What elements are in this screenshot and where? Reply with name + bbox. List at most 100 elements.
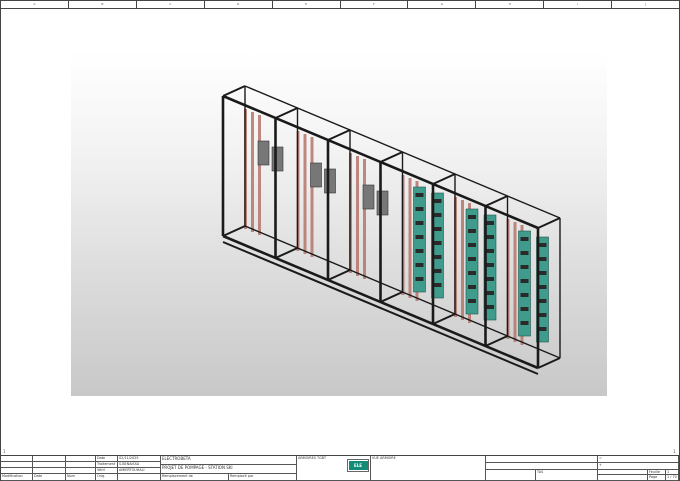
module-slot-4-0-5	[468, 285, 476, 289]
busbar-2-1	[356, 156, 359, 276]
company-logo: ELE	[347, 459, 369, 472]
tb-project: PROJET DE POMPAGE - STATION SKI	[161, 465, 297, 474]
module-slot-4-0-2	[468, 243, 476, 247]
ruler-column-j: J	[645, 2, 647, 6]
left-row-mark: 1	[3, 449, 6, 454]
breaker-2-1	[376, 190, 389, 216]
module-slot-5-1-0	[538, 243, 547, 247]
busbar-2-2	[363, 159, 366, 279]
module-slot-5-1-1	[538, 257, 547, 261]
ruler-column-a: A	[1, 1, 69, 8]
module-slot-5-0-1	[520, 251, 529, 255]
column-ruler: ABCDEFGHI J	[1, 1, 679, 9]
module-3-0	[413, 186, 426, 293]
frame-depth-top-0	[222, 85, 246, 97]
frame-depth-bottom-6	[537, 357, 561, 369]
module-slot-5-1-2	[538, 271, 547, 275]
tb-date2: Date	[33, 474, 66, 481]
frame-depth-bottom-4	[432, 313, 456, 325]
frame-depth-bottom-3	[380, 291, 403, 303]
module-slot-4-0-0	[468, 215, 476, 219]
switchboard-3d-model[interactable]	[71, 51, 607, 396]
module-slot-5-0-3	[520, 279, 529, 283]
tb-client: ELECTROBETA	[161, 456, 297, 465]
breaker-0-0	[257, 140, 270, 166]
module-slot-3-0-2	[415, 221, 424, 225]
module-slot-3-1-2	[433, 227, 442, 231]
breaker-1-0	[310, 162, 322, 188]
tb-eq: =	[598, 456, 679, 463]
busbar-5-1	[513, 222, 517, 342]
module-slot-4-1-5	[486, 291, 494, 295]
tb-replaced-by: Remplacé par	[229, 474, 297, 481]
ruler-column-d: D	[205, 1, 273, 8]
busbar-1-1	[303, 134, 307, 254]
busbar-1-2	[310, 137, 314, 257]
drawing-sheet: ABCDEFGHI J 1 1 Modification Date Nom Dat…	[0, 0, 680, 481]
busbar-0-2	[258, 115, 261, 235]
tb-empty-12	[486, 470, 536, 481]
frame-depth-top-6	[537, 217, 561, 229]
module-slot-3-1-4	[433, 255, 442, 259]
module-slot-3-0-6	[415, 277, 424, 281]
module-slot-4-0-6	[468, 299, 476, 303]
frame-depth-bottom-2	[327, 269, 351, 281]
busbar-3-1	[408, 178, 412, 298]
tb-page-label: Page	[648, 475, 666, 481]
ruler-column-e: E	[273, 1, 341, 8]
frame-depth-top-3	[380, 151, 403, 163]
busbar-4-1	[461, 200, 464, 320]
module-slot-4-0-4	[468, 271, 476, 275]
module-slot-4-1-4	[486, 277, 494, 281]
module-slot-5-0-5	[520, 307, 529, 311]
module-slot-4-0-1	[468, 229, 476, 233]
ruler-column-i: I	[544, 1, 613, 8]
module-slot-5-1-4	[538, 299, 547, 303]
module-slot-3-0-0	[415, 193, 424, 197]
breaker-0-1	[271, 146, 284, 172]
module-slot-5-0-4	[520, 293, 529, 297]
ruler-column-b: B	[69, 1, 137, 8]
tb-name: Nom	[66, 474, 96, 481]
tb-empty-14	[598, 475, 648, 481]
tb-tab: TAS	[536, 470, 598, 481]
module-slot-3-1-1	[433, 213, 442, 217]
module-4-0	[465, 208, 479, 315]
module-slot-5-1-6	[538, 327, 547, 331]
3d-viewport[interactable]	[71, 51, 607, 396]
tb-page-value: 1 / 70	[666, 475, 679, 481]
breaker-1-1	[324, 168, 336, 194]
module-slot-5-0-0	[520, 237, 529, 241]
frame-depth-top-1	[275, 107, 298, 119]
frame-depth-top-4	[432, 173, 456, 185]
busbar-0-1	[251, 112, 254, 232]
frame-depth-bottom-5	[485, 335, 508, 347]
tb-view-label: VUE ARMOIRE	[371, 456, 486, 481]
module-slot-3-0-5	[415, 263, 424, 267]
ruler-column-c: C	[137, 1, 205, 8]
frame-depth-bottom-0	[222, 225, 246, 237]
module-slot-3-1-5	[433, 269, 442, 273]
module-slot-5-1-5	[538, 313, 547, 317]
module-slot-3-1-0	[433, 199, 442, 203]
company-logo-text: ELE	[348, 461, 368, 470]
module-slot-4-1-0	[486, 221, 494, 225]
tb-replacement: Remplacement de	[161, 474, 229, 481]
module-slot-4-0-3	[468, 257, 476, 261]
module-slot-3-0-4	[415, 249, 424, 253]
module-slot-4-1-1	[486, 235, 494, 239]
module-slot-3-1-3	[433, 241, 442, 245]
module-slot-4-1-3	[486, 263, 494, 267]
module-slot-5-0-6	[520, 321, 529, 325]
ruler-column-f: F	[341, 1, 409, 8]
tb-modification: Modification	[1, 474, 33, 481]
ruler-column-g: G	[408, 1, 477, 8]
frame-depth-top-2	[327, 129, 351, 141]
tb-orig-value	[118, 474, 161, 481]
module-slot-5-0-2	[520, 265, 529, 269]
tb-empty-11	[486, 463, 598, 470]
tb-plus: +	[598, 463, 679, 470]
module-slot-4-1-6	[486, 305, 494, 309]
module-5-0	[518, 230, 531, 337]
frame-depth-bottom-1	[275, 247, 298, 259]
